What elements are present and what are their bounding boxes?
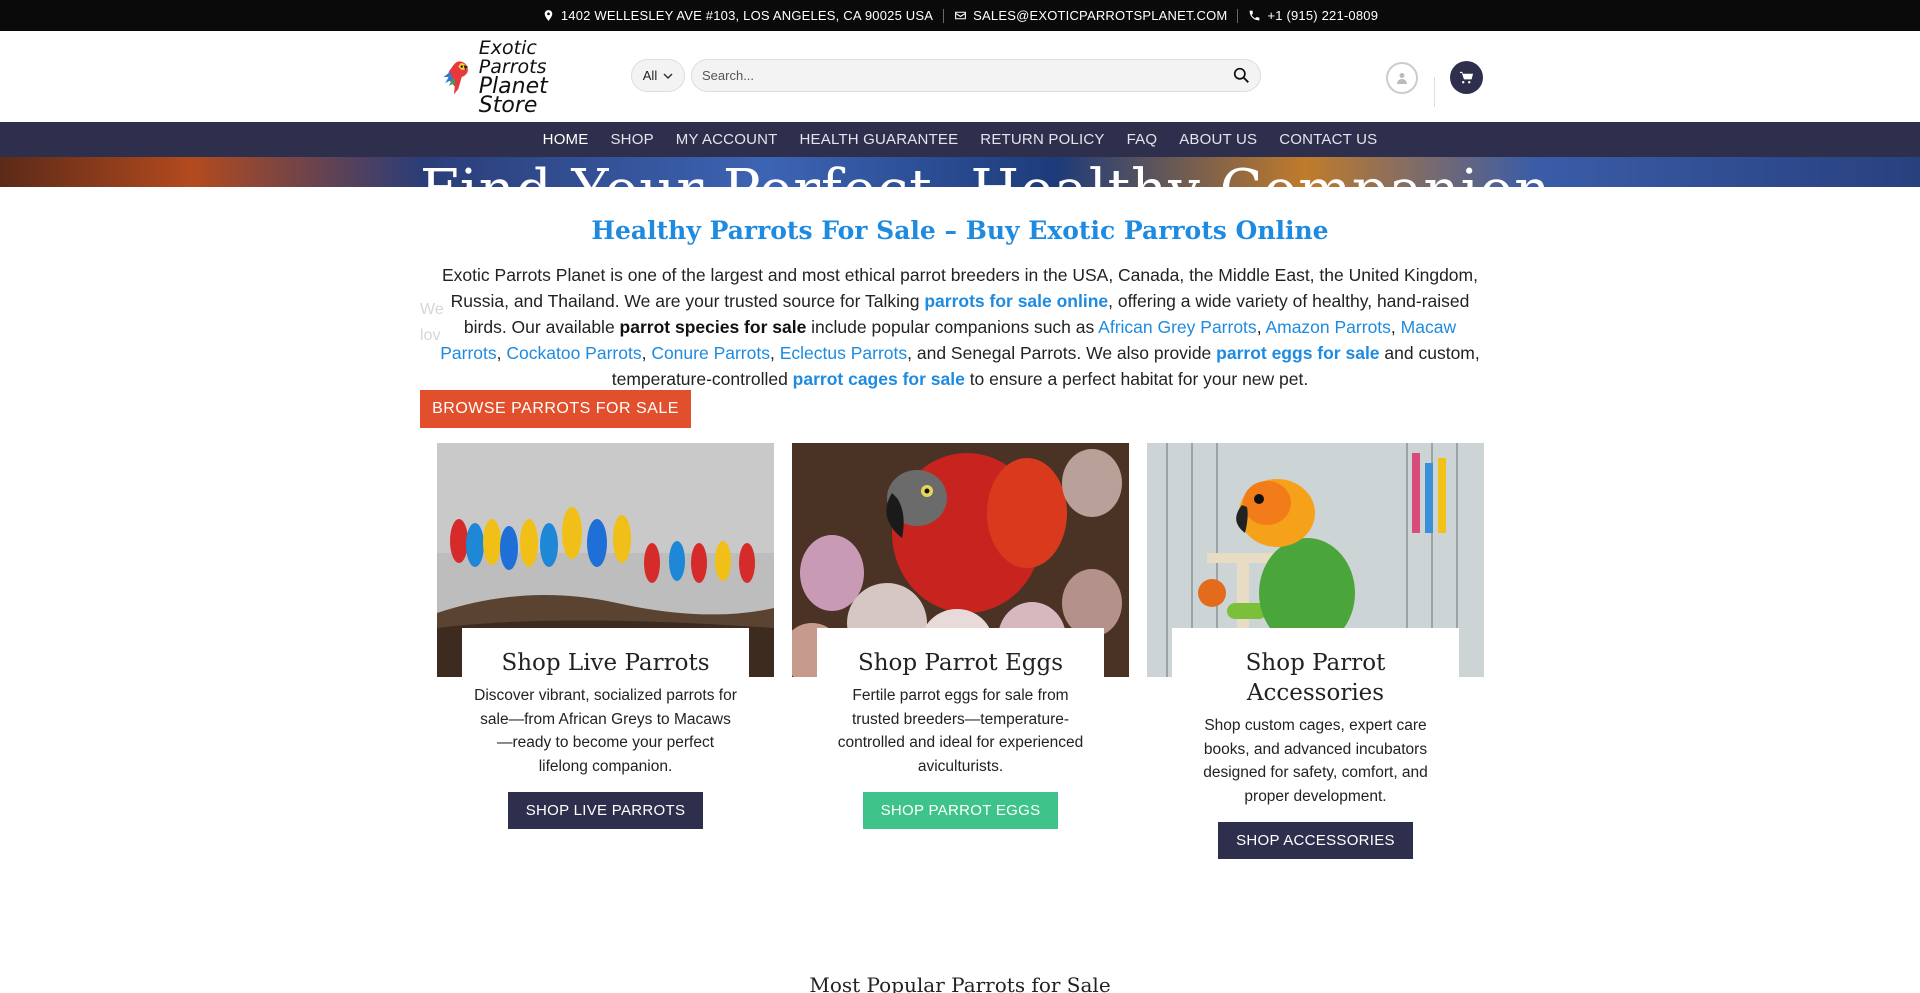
email-link[interactable]: SALES@EXOTICPARROTSPLANET.COM bbox=[973, 8, 1227, 23]
card-parrot-eggs: Shop Parrot Eggs Fertile parrot eggs for… bbox=[792, 443, 1129, 829]
phone-item[interactable]: +1 (915) 221-0809 bbox=[1238, 8, 1388, 23]
nav-shop[interactable]: SHOP bbox=[610, 131, 653, 148]
intro-text: , bbox=[496, 343, 507, 363]
link-african-grey-parrots[interactable]: African Grey Parrots bbox=[1098, 317, 1257, 337]
link-amazon-parrots[interactable]: Amazon Parrots bbox=[1265, 317, 1390, 337]
popular-parrots-heading: Most Popular Parrots for Sale bbox=[809, 973, 1111, 993]
category-select[interactable]: All bbox=[631, 59, 685, 92]
intro-bold-text: parrot species for sale bbox=[619, 317, 807, 337]
link-eclectus-parrots[interactable]: Eclectus Parrots bbox=[780, 343, 907, 363]
shop-live-parrots-button[interactable]: SHOP LIVE PARROTS bbox=[507, 792, 704, 829]
card-title[interactable]: Shop Parrot Accessories bbox=[1184, 648, 1447, 708]
search-icon[interactable] bbox=[1233, 67, 1250, 84]
link-parrot-eggs-for-sale[interactable]: parrot eggs for sale bbox=[1216, 343, 1379, 363]
link-conure-parrots[interactable]: Conure Parrots bbox=[651, 343, 770, 363]
nav-faq[interactable]: FAQ bbox=[1127, 131, 1158, 148]
address-item: 1402 WELLESLEY AVE #103, LOS ANGELES, CA… bbox=[532, 8, 943, 23]
nav-contact-us[interactable]: CONTACT US bbox=[1279, 131, 1377, 148]
main-nav: HOME SHOP MY ACCOUNT HEALTH GUARANTEE RE… bbox=[0, 122, 1920, 157]
card-description: Discover vibrant, socialized parrots for… bbox=[474, 687, 737, 775]
parrot-logo-icon bbox=[443, 61, 468, 95]
intro-heading: Healthy Parrots For Sale – Buy Exotic Pa… bbox=[591, 216, 1329, 245]
card-info-box: Shop Parrot Eggs Fertile parrot eggs for… bbox=[817, 628, 1104, 829]
account-button[interactable] bbox=[1386, 62, 1418, 94]
intro-text: to ensure a perfect habitat for your new… bbox=[964, 369, 1309, 389]
logo-text: Exotic Parrots Planet Store bbox=[478, 37, 602, 118]
browse-parrots-button[interactable]: BROWSE PARROTS FOR SALE bbox=[420, 390, 691, 428]
intro-paragraph: Exotic Parrots Planet is one of the larg… bbox=[440, 262, 1480, 392]
intro-text: , bbox=[641, 343, 652, 363]
top-contact-bar: 1402 WELLESLEY AVE #103, LOS ANGELES, CA… bbox=[0, 0, 1920, 31]
card-title[interactable]: Shop Parrot Eggs bbox=[829, 648, 1092, 678]
nav-home[interactable]: HOME bbox=[543, 131, 589, 148]
hero-banner: Find Your Perfect, Healthy Companion bbox=[0, 157, 1920, 187]
intro-text: include popular companions such as bbox=[806, 317, 1099, 337]
card-title[interactable]: Shop Live Parrots bbox=[474, 648, 737, 678]
chevron-down-icon bbox=[663, 72, 673, 79]
address-text: 1402 WELLESLEY AVE #103, LOS ANGELES, CA… bbox=[560, 8, 934, 23]
email-item[interactable]: SALES@EXOTICPARROTSPLANET.COM bbox=[944, 8, 1237, 23]
logo-line-2: Planet Store bbox=[478, 74, 548, 118]
phone-icon bbox=[1250, 10, 1260, 21]
map-pin-icon bbox=[544, 10, 553, 21]
cart-button[interactable] bbox=[1450, 61, 1483, 94]
link-parrot-cages-for-sale[interactable]: parrot cages for sale bbox=[793, 369, 965, 389]
nav-health-guarantee[interactable]: HEALTH GUARANTEE bbox=[800, 131, 959, 148]
card-description: Fertile parrot eggs for sale from truste… bbox=[837, 687, 1084, 775]
logo-line-1: Exotic Parrots bbox=[478, 37, 547, 78]
card-parrot-accessories: Shop Parrot Accessories Shop custom cage… bbox=[1147, 443, 1484, 859]
link-cockatoo-parrots[interactable]: Cockatoo Parrots bbox=[506, 343, 641, 363]
nav-about-us[interactable]: ABOUT US bbox=[1179, 131, 1257, 148]
card-info-box: Shop Live Parrots Discover vibrant, soci… bbox=[462, 628, 749, 829]
search-area: All bbox=[631, 59, 1261, 92]
card-description: Shop custom cages, expert care books, an… bbox=[1203, 717, 1428, 805]
intro-text: , bbox=[1390, 317, 1401, 337]
card-live-parrots: Shop Live Parrots Discover vibrant, soci… bbox=[437, 443, 774, 829]
hero-title: Find Your Perfect, Healthy Companion bbox=[420, 163, 1551, 188]
header-divider bbox=[1434, 77, 1435, 107]
search-box bbox=[691, 59, 1261, 92]
phone-link[interactable]: +1 (915) 221-0809 bbox=[1267, 8, 1378, 23]
shop-accessories-button[interactable]: SHOP ACCESSORIES bbox=[1218, 822, 1413, 859]
nav-my-account[interactable]: MY ACCOUNT bbox=[676, 131, 778, 148]
card-info-box: Shop Parrot Accessories Shop custom cage… bbox=[1172, 628, 1459, 859]
link-parrots-for-sale-online[interactable]: parrots for sale online bbox=[924, 291, 1108, 311]
intro-text: , bbox=[769, 343, 780, 363]
nav-return-policy[interactable]: RETURN POLICY bbox=[980, 131, 1104, 148]
shop-parrot-eggs-button[interactable]: SHOP PARROT EGGS bbox=[862, 792, 1059, 829]
search-input[interactable] bbox=[702, 68, 1233, 83]
site-logo[interactable]: Exotic Parrots Planet Store bbox=[440, 39, 602, 117]
site-header: Exotic Parrots Planet Store All bbox=[0, 31, 1920, 122]
category-select-value: All bbox=[642, 68, 658, 83]
user-icon bbox=[1397, 73, 1407, 84]
intro-text: , and Senegal Parrots. We also provide bbox=[907, 343, 1217, 363]
main-content: We lov Healthy Parrots For Sale – Buy Ex… bbox=[0, 187, 1920, 993]
envelope-icon bbox=[955, 11, 967, 20]
shopping-cart-icon bbox=[1459, 71, 1474, 84]
